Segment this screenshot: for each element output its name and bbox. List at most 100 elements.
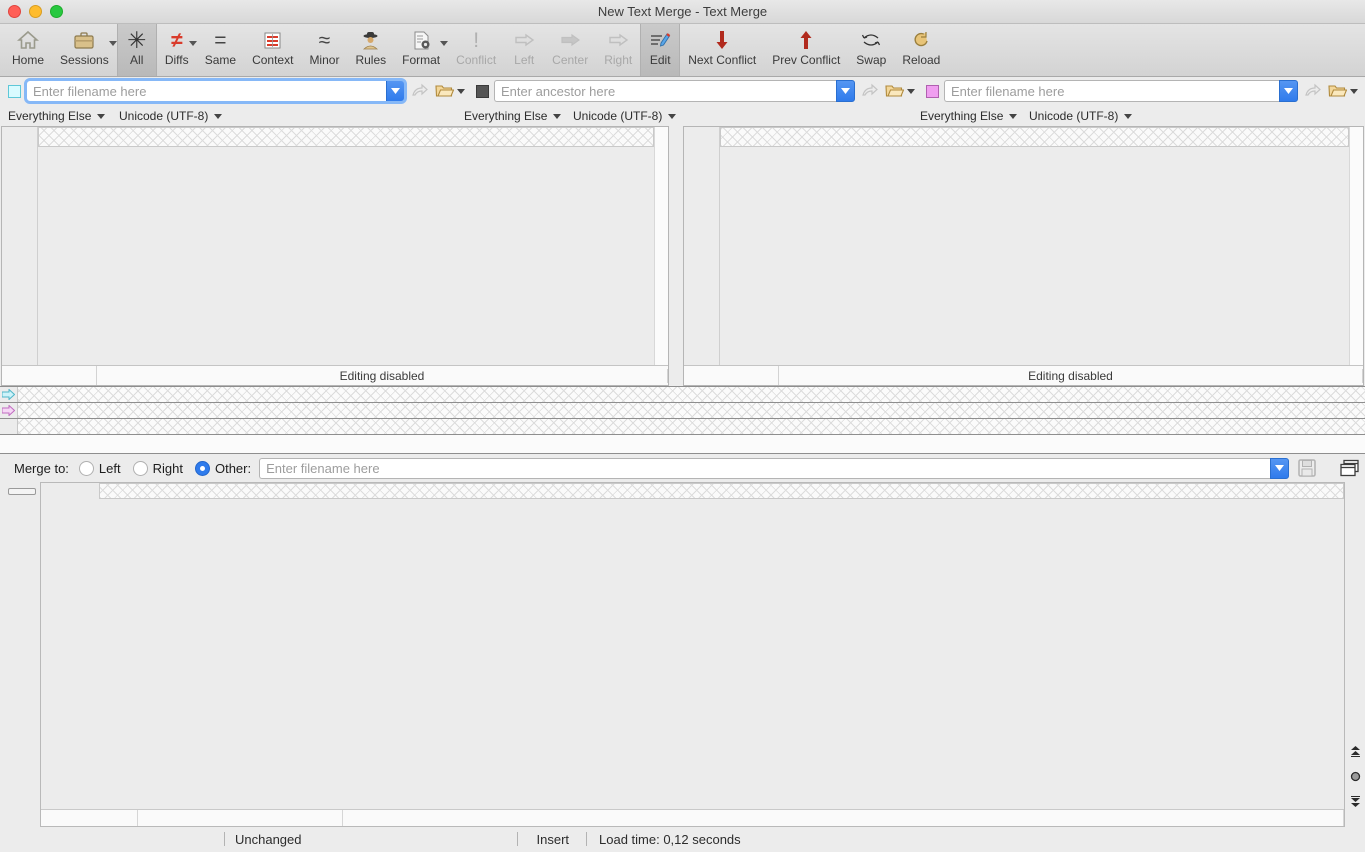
radio-label: Other <box>215 461 248 476</box>
toolbar-button-diffs[interactable]: ≠ Diffs <box>157 24 197 76</box>
arrow-right-pink-icon[interactable] <box>0 403 18 418</box>
ancestor-encoding-dropdown[interactable]: Unicode (UTF-8) <box>573 109 676 123</box>
merge-filename-combobox[interactable] <box>259 458 1289 479</box>
diff-band-row[interactable] <box>0 419 1365 435</box>
left-line-number-gutter <box>2 127 38 365</box>
chevron-down-icon[interactable] <box>189 41 197 46</box>
merge-text-content[interactable] <box>101 483 1344 809</box>
right-filename-combobox[interactable] <box>944 80 1298 102</box>
toolbar-button-left: Left <box>504 24 544 76</box>
exclamation-icon: ! <box>473 28 479 52</box>
ancestor-filename-dropdown-button[interactable] <box>836 80 855 102</box>
chevron-down-icon <box>1009 114 1017 119</box>
ancestor-folder-menu-chevron-icon[interactable] <box>907 89 915 94</box>
toolbar-button-same[interactable]: = Same <box>197 24 244 76</box>
right-pane-statusbar: Editing disabled <box>684 365 1363 385</box>
zoom-button[interactable] <box>50 5 63 18</box>
pane-splitter[interactable] <box>669 126 683 386</box>
scroll-to-bottom-icon[interactable] <box>1350 796 1361 809</box>
arrow-down-icon <box>714 28 730 52</box>
merge-output-pane <box>0 482 1365 827</box>
arrow-right-merge-icon <box>607 28 629 52</box>
right-encoding-dropdown[interactable]: Unicode (UTF-8) <box>1029 109 1132 123</box>
options-row: Everything Else Unicode (UTF-8) Everythi… <box>0 105 1365 126</box>
right-folder-menu-chevron-icon[interactable] <box>1350 89 1358 94</box>
pencil-edit-icon <box>649 28 671 52</box>
toolbar-label: Context <box>252 53 293 67</box>
left-filename-combobox[interactable] <box>26 80 405 102</box>
toolbar-button-sessions[interactable]: Sessions <box>52 24 117 76</box>
window-title: New Text Merge - Text Merge <box>0 4 1365 19</box>
merge-filename-dropdown-button[interactable] <box>1270 458 1289 479</box>
toolbar-button-rules[interactable]: Rules <box>347 24 394 76</box>
right-pane-editing-status: Editing disabled <box>779 369 1363 383</box>
swap-icon <box>860 28 882 52</box>
cascade-windows-icon[interactable] <box>1337 456 1361 480</box>
right-folder-open-icon[interactable] <box>1326 80 1348 102</box>
toolbar-button-edit[interactable]: Edit <box>640 24 680 76</box>
toolbar-button-prev-conflict[interactable]: Prev Conflict <box>764 24 848 76</box>
left-filename-input[interactable] <box>26 80 386 102</box>
toolbar-button-swap[interactable]: Swap <box>848 24 894 76</box>
right-filename-dropdown-button[interactable] <box>1279 80 1298 102</box>
diff-band-footer <box>0 435 1365 454</box>
toolbar-button-format[interactable]: Format <box>394 24 448 76</box>
right-text-content[interactable] <box>720 127 1349 365</box>
left-color-chip[interactable] <box>8 85 21 98</box>
merge-target-radio-other[interactable]: Other: <box>195 461 251 476</box>
left-text-pane[interactable]: Editing disabled <box>1 126 669 386</box>
chevron-down-icon[interactable] <box>109 41 117 46</box>
left-filename-dropdown-button[interactable] <box>386 80 405 102</box>
left-encoding-dropdown[interactable]: Unicode (UTF-8) <box>119 109 222 123</box>
left-folder-menu-chevron-icon[interactable] <box>457 89 465 94</box>
left-folder-open-icon[interactable] <box>433 80 455 102</box>
left-text-content[interactable] <box>38 127 654 365</box>
ancestor-folder-open-icon[interactable] <box>883 80 905 102</box>
merge-text-area-container[interactable] <box>40 482 1345 827</box>
comparison-panes: Editing disabled Editing disabled <box>0 126 1365 386</box>
right-history-arrow-icon[interactable] <box>1301 80 1323 102</box>
toolbar-button-home[interactable]: Home <box>4 24 52 76</box>
toolbar-label: Swap <box>856 53 886 67</box>
ancestor-filename-input[interactable] <box>494 80 836 102</box>
merge-filename-input[interactable] <box>259 458 1270 479</box>
chevron-down-icon[interactable] <box>440 41 448 46</box>
merge-target-radio-right[interactable]: Right <box>133 461 183 476</box>
right-text-pane[interactable]: Editing disabled <box>683 126 1364 386</box>
left-vertical-scrollbar[interactable] <box>654 127 668 365</box>
scroll-marker-icon[interactable] <box>1350 771 1361 784</box>
toolbar-button-all[interactable]: ✳ All <box>117 24 157 76</box>
chevron-down-icon <box>1124 114 1132 119</box>
right-color-chip[interactable] <box>926 85 939 98</box>
merge-pane-right-rail <box>1345 482 1365 827</box>
diff-band-row[interactable] <box>0 403 1365 419</box>
diff-band-marker-empty <box>0 419 18 434</box>
reload-icon <box>911 28 931 52</box>
left-history-arrow-icon[interactable] <box>408 80 430 102</box>
scroll-to-top-icon[interactable] <box>1350 746 1361 759</box>
arrow-right-cyan-icon[interactable] <box>0 387 18 402</box>
right-pane-status-seg1 <box>684 366 779 385</box>
ancestor-history-arrow-icon[interactable] <box>858 80 880 102</box>
minimize-button[interactable] <box>29 5 42 18</box>
ancestor-color-chip[interactable] <box>476 85 489 98</box>
toolbar-button-minor[interactable]: ≈ Minor <box>301 24 347 76</box>
right-filename-input[interactable] <box>944 80 1279 102</box>
toolbar-button-context[interactable]: Context <box>244 24 301 76</box>
close-button[interactable] <box>8 5 21 18</box>
briefcase-icon <box>73 28 95 52</box>
right-ruleset-dropdown[interactable]: Everything Else <box>920 109 1017 123</box>
toolbar-button-next-conflict[interactable]: Next Conflict <box>680 24 764 76</box>
merge-target-radio-left[interactable]: Left <box>79 461 121 476</box>
right-ruleset-label: Everything Else <box>920 109 1003 123</box>
left-ruleset-dropdown[interactable]: Everything Else <box>8 109 105 123</box>
context-lines-icon <box>262 28 283 52</box>
right-vertical-scrollbar[interactable] <box>1349 127 1363 365</box>
ancestor-ruleset-dropdown[interactable]: Everything Else <box>464 109 561 123</box>
diff-band-strip <box>0 386 1365 454</box>
merge-horizontal-scroll-thumb[interactable] <box>8 488 36 495</box>
ancestor-filename-combobox[interactable] <box>494 80 855 102</box>
diff-band-row[interactable] <box>0 387 1365 403</box>
toolbar-button-reload[interactable]: Reload <box>894 24 948 76</box>
file-selection-row <box>0 77 1365 105</box>
